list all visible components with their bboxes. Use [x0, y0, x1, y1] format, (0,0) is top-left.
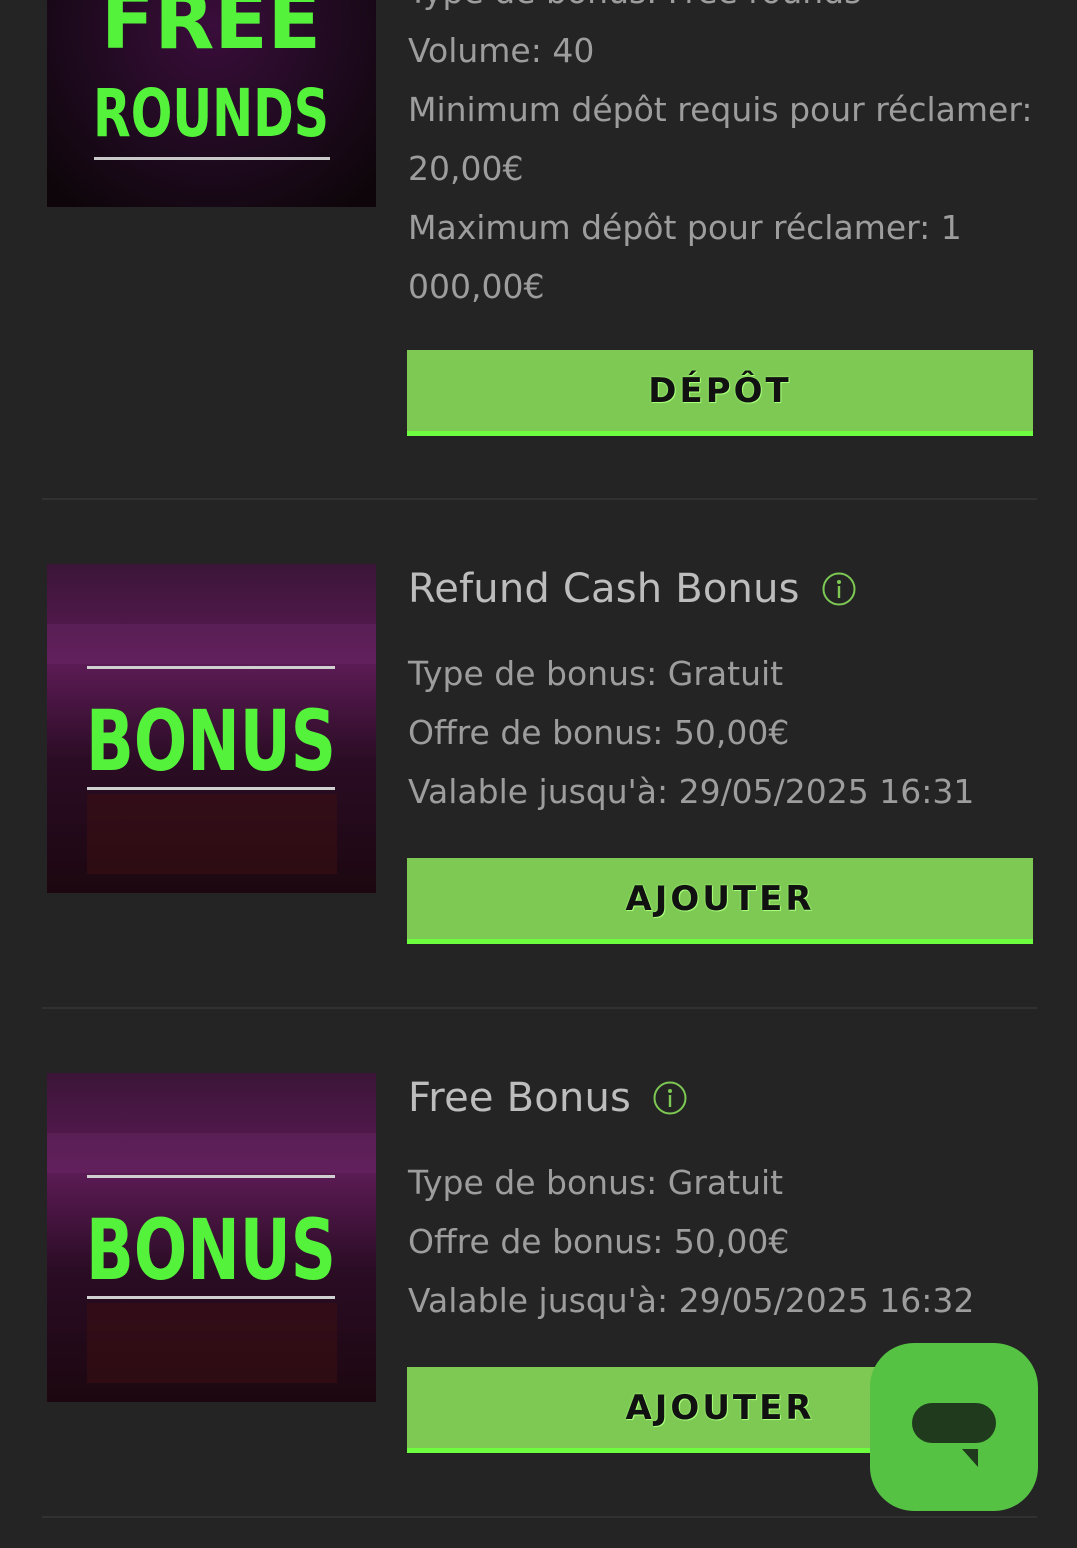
add-button-label: AJOUTER: [625, 1387, 815, 1428]
info-circle-icon[interactable]: [822, 572, 856, 606]
detail-volume: Volume: 40: [408, 31, 595, 70]
divider: [42, 498, 1037, 500]
refund-cash-bonus-details: Refund Cash Bonus Type de bonus: Gratuit…: [408, 564, 1033, 821]
info-circle-icon[interactable]: [653, 1081, 687, 1115]
bonus-image: BONUS: [47, 564, 376, 893]
detail-bonus-offer: Offre de bonus: 50,00€: [408, 1222, 790, 1261]
bonus-list-page: FREE ROUNDS Type de bonus: Free rounds V…: [0, 0, 1077, 1548]
free-rounds-image: FREE ROUNDS: [47, 0, 376, 207]
free-rounds-details: Type de bonus: Free rounds Volume: 40 Mi…: [408, 0, 1033, 316]
detail-valid-until: Valable jusqu'à: 29/05/2025 16:32: [408, 1281, 975, 1320]
free-rounds-text-top: FREE: [101, 0, 321, 67]
chat-bubble-tail: [962, 1449, 978, 1467]
deposit-button-label: DÉPÔT: [648, 370, 792, 411]
deposit-button[interactable]: DÉPÔT: [407, 350, 1033, 436]
divider: [42, 1516, 1037, 1518]
free-rounds-text-bottom: ROUNDS: [93, 75, 329, 152]
detail-bonus-type: Type de bonus: Gratuit: [408, 654, 784, 693]
divider: [42, 1007, 1037, 1009]
detail-bonus-offer: Offre de bonus: 50,00€: [408, 713, 790, 752]
detail-bonus-type-partial: Type de bonus: Free rounds: [408, 0, 1033, 21]
bonus-image-text: BONUS: [86, 692, 336, 790]
offer-title: Free Bonus: [408, 1075, 632, 1121]
detail-bonus-type: Type de bonus: Gratuit: [408, 1163, 784, 1202]
offer-title: Refund Cash Bonus: [408, 566, 800, 612]
detail-max-deposit-label: Maximum dépôt pour réclamer: 1: [408, 208, 962, 247]
offer-title-row: Free Bonus: [408, 1073, 1033, 1123]
bonus-image-text: BONUS: [86, 1201, 336, 1299]
free-bonus-details: Free Bonus Type de bonus: Gratuit Offre …: [408, 1073, 1033, 1330]
chat-button[interactable]: [870, 1343, 1038, 1511]
offer-card-free-rounds: FREE ROUNDS Type de bonus: Free rounds V…: [0, 0, 1077, 500]
detail-min-deposit-value: 20,00€: [408, 149, 524, 188]
chat-bubble-icon: [912, 1403, 996, 1443]
detail-max-deposit-value: 000,00€: [408, 267, 545, 306]
detail-min-deposit-label: Minimum dépôt requis pour réclamer:: [408, 90, 1033, 129]
add-refund-cash-bonus-button[interactable]: AJOUTER: [407, 858, 1033, 944]
offer-title-row: Refund Cash Bonus: [408, 564, 1033, 614]
add-button-label: AJOUTER: [625, 878, 815, 919]
detail-valid-until: Valable jusqu'à: 29/05/2025 16:31: [408, 772, 975, 811]
bonus-image: BONUS: [47, 1073, 376, 1402]
